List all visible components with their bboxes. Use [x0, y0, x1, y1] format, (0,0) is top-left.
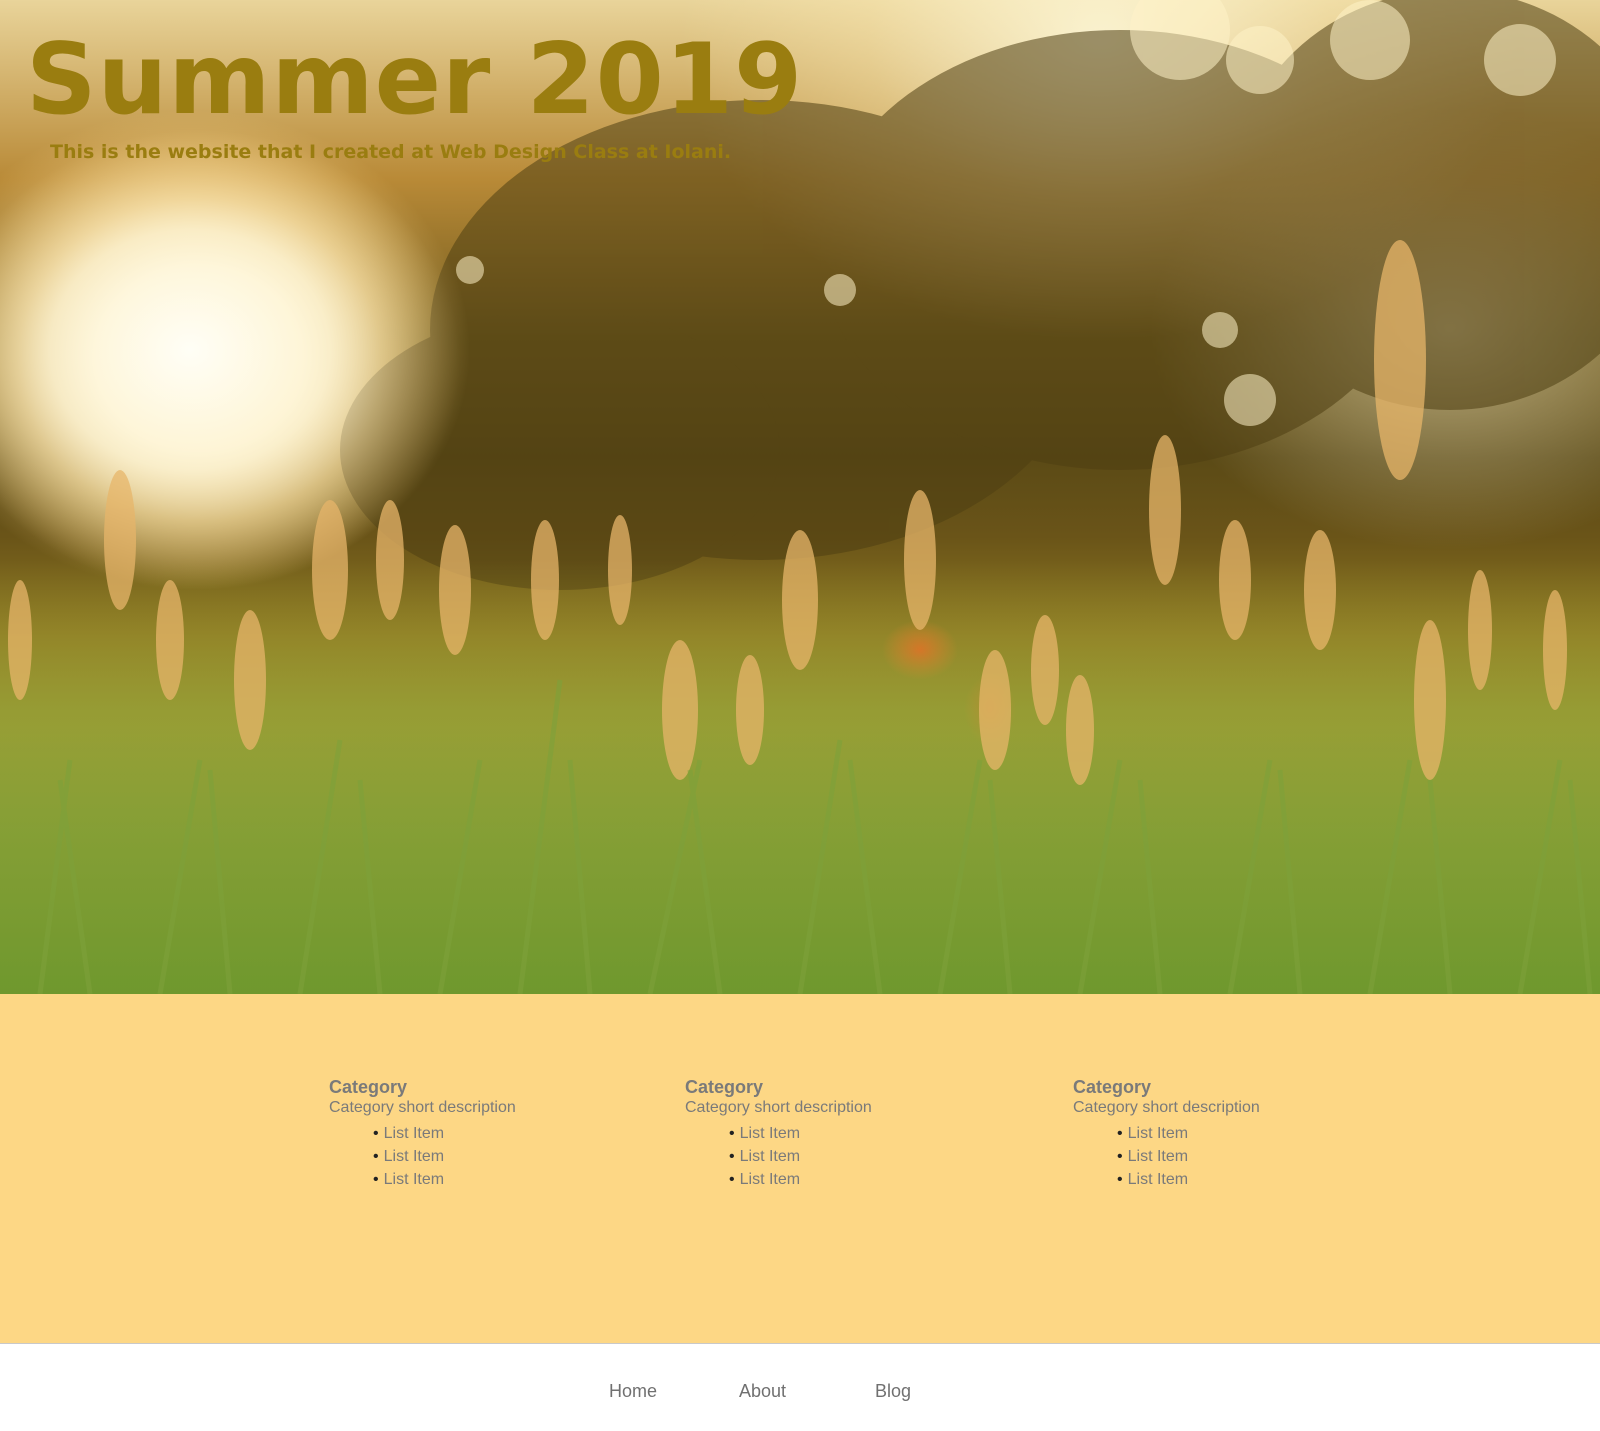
list-item: • List Item	[729, 1125, 801, 1142]
hero-banner: Summer 2019 This is the website that I c…	[0, 0, 1600, 994]
list-item: • List Item	[1117, 1171, 1189, 1188]
category-card: Category Category short description • Lis…	[1073, 1076, 1260, 1191]
list-item: • List Item	[729, 1171, 801, 1188]
bullet-icon: •	[1117, 1148, 1123, 1165]
bullet-icon: •	[373, 1148, 379, 1165]
nav-link-about[interactable]: About	[739, 1381, 786, 1402]
site-title: Summer 2019	[26, 23, 804, 137]
category-description: Category short description	[329, 1099, 516, 1116]
category-card: Category Category short description • Lis…	[685, 1076, 872, 1191]
bullet-icon: •	[373, 1171, 379, 1188]
list-item: • List Item	[729, 1148, 801, 1165]
category-description: Category short description	[685, 1099, 872, 1116]
list-item: • List Item	[373, 1125, 445, 1142]
category-title: Category	[1073, 1077, 1152, 1097]
list-item: • List Item	[1117, 1125, 1189, 1142]
category-list: • List Item • List Item • List Item	[685, 1122, 872, 1191]
bullet-icon: •	[1117, 1125, 1123, 1142]
bullet-icon: •	[729, 1148, 735, 1165]
bullet-icon: •	[373, 1125, 379, 1142]
list-item: • List Item	[373, 1148, 445, 1165]
category-list: • List Item • List Item • List Item	[329, 1122, 516, 1191]
categories-section: Category Category short description • Lis…	[0, 994, 1600, 1344]
category-list: • List Item • List Item • List Item	[1073, 1122, 1260, 1191]
list-item: • List Item	[1117, 1148, 1189, 1165]
nav-link-blog[interactable]: Blog	[875, 1381, 911, 1402]
nav-link-home[interactable]: Home	[609, 1381, 657, 1402]
category-description: Category short description	[1073, 1099, 1260, 1116]
footer-nav: Home About Blog	[0, 1344, 1600, 1431]
site-subtitle: This is the website that I created at We…	[50, 141, 732, 163]
bullet-icon: •	[729, 1171, 735, 1188]
list-item: • List Item	[373, 1171, 445, 1188]
category-title: Category	[685, 1077, 764, 1097]
category-card: Category Category short description • Lis…	[329, 1076, 516, 1191]
bullet-icon: •	[1117, 1171, 1123, 1188]
category-title: Category	[329, 1077, 408, 1097]
bullet-icon: •	[729, 1125, 735, 1142]
